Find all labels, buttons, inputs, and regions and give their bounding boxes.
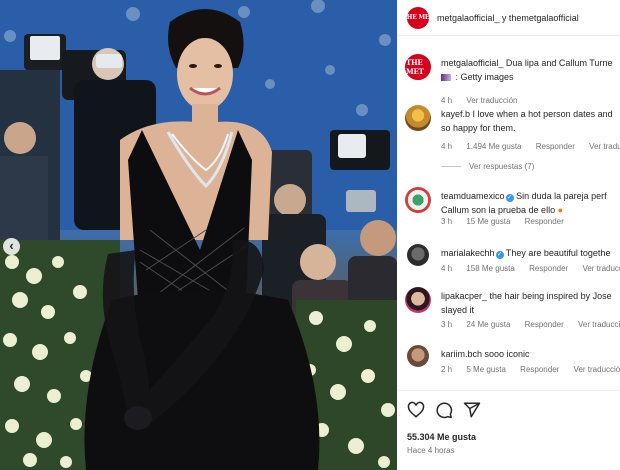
reply-link[interactable]: Responder	[520, 365, 559, 374]
comment-line1: Sin duda la pareja perf	[516, 191, 607, 201]
comment-username[interactable]: lipakacper_	[441, 291, 487, 301]
likes-count[interactable]: 55.304 Me gusta	[407, 432, 476, 442]
comment-meta: 4 h 1.494 Me gusta Responder Ver traducc…	[441, 142, 620, 151]
avatar[interactable]	[405, 187, 431, 213]
comment-line1: I love when a hot person dates and	[472, 109, 613, 119]
comment-username[interactable]: kayef.b	[441, 109, 470, 119]
view-replies-link[interactable]: Ver respuestas (7)	[441, 162, 534, 171]
caption-username[interactable]: metgalaofficial_	[441, 58, 503, 68]
comment-time: 3 h	[441, 217, 453, 226]
comment-line2: slayed it	[441, 305, 475, 315]
comment-likes[interactable]: 15 Me gusta	[466, 217, 510, 226]
comment-likes[interactable]: 5 Me gusta	[466, 365, 506, 374]
fire-icon: ●	[557, 205, 564, 215]
post-photo[interactable]: ‹	[0, 0, 397, 470]
comment-text: lipakacper_ the hair being inspired by J…	[441, 289, 620, 317]
caption-line2: : Getty images	[455, 72, 514, 82]
comment-text: kariim.bch sooo iconic	[441, 347, 620, 361]
photo-illustration	[0, 0, 397, 470]
comment-likes[interactable]: 24 Me gusta	[466, 320, 510, 329]
comment-line2: so happy for them.	[441, 123, 516, 133]
caption-line1: Dua lipa and Callum Turne	[505, 58, 613, 68]
comment-text: teamduamexico ✓ Sin duda la pareja perf C…	[441, 189, 620, 217]
replies-divider	[441, 166, 461, 168]
avatar[interactable]	[405, 287, 431, 313]
reply-link[interactable]: Responder	[529, 264, 568, 273]
translate-link[interactable]: Ver traducció	[589, 142, 620, 151]
post-time: Hace 4 horas	[407, 446, 455, 455]
comment-text: kayef.b I love when a hot person dates a…	[441, 107, 620, 135]
caption-meta: 4 h Ver traducción	[441, 96, 530, 105]
comment-likes[interactable]: 1.494 Me gusta	[466, 142, 521, 151]
comment-meta: 4 h 158 Me gusta Responder Ver traducció…	[441, 264, 620, 273]
caption-time: 4 h	[441, 96, 453, 105]
avatar[interactable]: THE MET	[405, 54, 431, 80]
comment-meta: 3 h 15 Me gusta Responder	[441, 217, 576, 226]
share-icon[interactable]	[463, 401, 481, 419]
comment-time: 3 h	[441, 320, 453, 329]
translate-link[interactable]: Ver traducción	[578, 320, 620, 329]
avatar[interactable]	[407, 345, 429, 367]
comment-line1: sooo iconic	[484, 349, 530, 359]
chevron-left-icon[interactable]: ‹	[3, 238, 20, 255]
avatar[interactable]	[407, 244, 429, 266]
comment-line1: the hair being inspired by Jose	[489, 291, 612, 301]
view-replies-label: Ver respuestas (7)	[469, 162, 535, 171]
avatar[interactable]: THE MET	[402, 6, 434, 29]
translate-link[interactable]: Ver traducción	[582, 264, 620, 273]
reply-link[interactable]: Responder	[536, 142, 575, 151]
verified-icon: ✓	[505, 194, 514, 202]
verified-icon: ✓	[495, 251, 504, 259]
comment-text: marialakechh ✓ They are beautiful togethe	[441, 246, 620, 260]
comment-line2: Callum son la prueba de ello	[441, 205, 556, 215]
comment-time: 2 h	[441, 365, 453, 374]
heart-icon[interactable]	[407, 401, 425, 419]
comment-meta: 2 h 5 Me gusta Responder Ver traducción	[441, 365, 620, 374]
comments-panel: THE MET metgalaofficial_ y themetgalaoff…	[397, 0, 620, 470]
flag-icon	[441, 74, 451, 81]
avatar[interactable]	[405, 105, 431, 131]
comment-icon[interactable]	[435, 401, 453, 419]
comment-username[interactable]: kariim.bch	[441, 349, 482, 359]
caption-text: metgalaofficial_ Dua lipa and Callum Tur…	[441, 56, 620, 84]
reply-link[interactable]: Responder	[525, 320, 564, 329]
comment-username[interactable]: marialakechh	[441, 248, 495, 258]
comment-username[interactable]: teamduamexico	[441, 191, 505, 201]
comment-time: 4 h	[441, 142, 453, 151]
post-header: THE MET metgalaofficial_ y themetgalaoff…	[397, 0, 620, 36]
action-bar	[407, 401, 481, 419]
reply-link[interactable]: Responder	[525, 217, 564, 226]
comment-likes[interactable]: 158 Me gusta	[466, 264, 514, 273]
translate-link[interactable]: Ver traducción	[574, 365, 620, 374]
translate-link[interactable]: Ver traducción	[466, 96, 517, 105]
comment-time: 4 h	[441, 264, 453, 273]
post-author[interactable]: metgalaofficial_ y themetgalaofficial	[437, 13, 579, 23]
post-footer: 55.304 Me gusta Hace 4 horas	[397, 390, 620, 470]
comment-line1: They are beautiful togethe	[505, 248, 611, 258]
comment-meta: 3 h 24 Me gusta Responder Ver traducción	[441, 320, 620, 329]
